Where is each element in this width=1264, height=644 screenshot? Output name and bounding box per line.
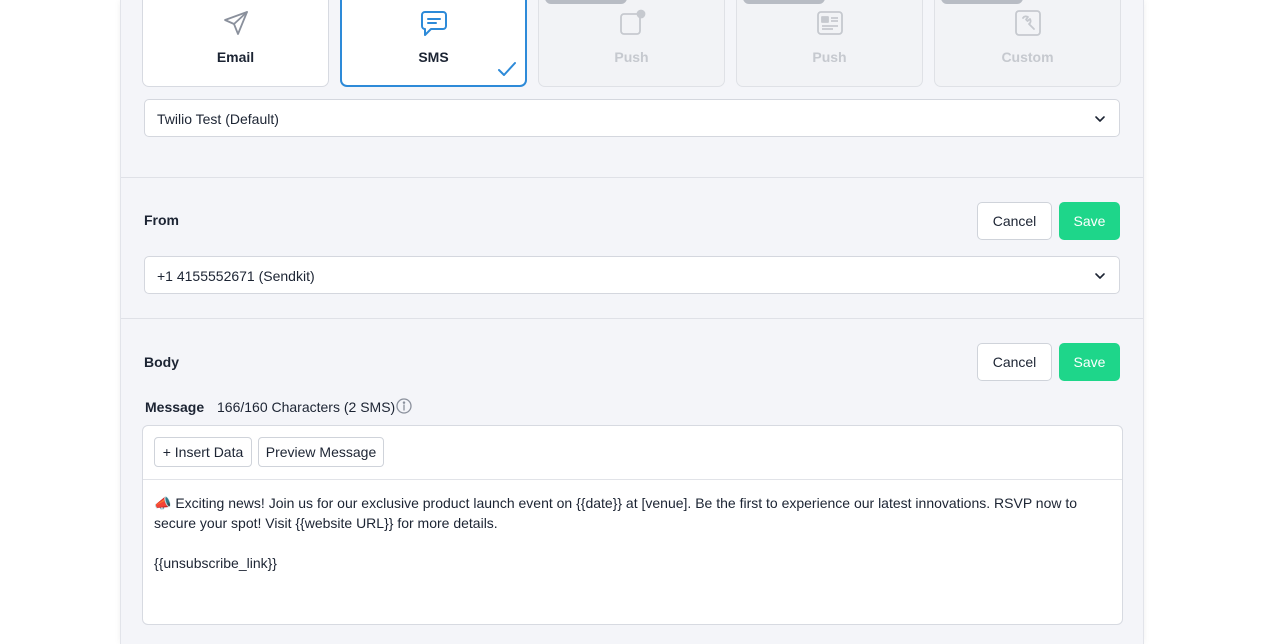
editor-toolbar: + Insert Data Preview Message — [143, 426, 1122, 480]
coming-soon-badge — [545, 0, 627, 4]
coming-soon-badge — [941, 0, 1023, 4]
message-body-text[interactable]: 📣 Exciting news! Join us for our exclusi… — [154, 493, 1112, 573]
provider-select-value: Twilio Test (Default) — [157, 111, 279, 127]
channel-label: Push — [812, 49, 847, 65]
channel-card-push-mobile: Push — [538, 0, 725, 87]
from-section-title: From — [144, 212, 179, 228]
channel-selector: Email SMS Push Push Custom — [142, 0, 1122, 87]
sms-settings-panel: Email SMS Push Push Custom Twilio Test (… — [120, 0, 1144, 644]
channel-label: Email — [216, 49, 255, 65]
chevron-down-icon — [1095, 273, 1105, 279]
preview-message-button[interactable]: Preview Message — [258, 437, 384, 467]
info-icon[interactable] — [396, 398, 412, 414]
insert-data-button[interactable]: + Insert Data — [154, 437, 252, 467]
coming-soon-badge — [743, 0, 825, 4]
channel-card-sms[interactable]: SMS — [340, 0, 527, 87]
mobile-notification-icon — [619, 9, 645, 35]
from-cancel-button[interactable]: Cancel — [977, 202, 1052, 240]
message-label: Message — [145, 399, 205, 415]
channel-label: Push — [614, 49, 649, 65]
channel-card-custom: Custom — [934, 0, 1121, 87]
channel-label: Custom — [1001, 49, 1054, 65]
checkmark-icon — [498, 62, 516, 76]
section-divider — [121, 318, 1143, 319]
body-section-title: Body — [144, 354, 179, 370]
provider-select[interactable]: Twilio Test (Default) — [144, 99, 1120, 137]
channel-card-email[interactable]: Email — [142, 0, 329, 87]
paper-plane-icon — [223, 11, 248, 35]
character-count: 166/160 Characters (2 SMS) — [217, 399, 396, 415]
message-text-paragraph: 📣 Exciting news! Join us for our exclusi… — [154, 495, 1078, 531]
unsubscribe-placeholder: {{unsubscribe_link}} — [154, 555, 277, 571]
from-number-select[interactable]: +1 4155552671 (Sendkit) — [144, 256, 1120, 294]
from-number-value: +1 4155552671 (Sendkit) — [157, 268, 315, 284]
channel-card-push-inapp: Push — [736, 0, 923, 87]
body-save-button[interactable]: Save — [1059, 343, 1120, 381]
section-divider — [121, 177, 1143, 178]
body-cancel-button[interactable]: Cancel — [977, 343, 1052, 381]
in-app-message-icon — [816, 11, 843, 35]
message-editor[interactable]: + Insert Data Preview Message 📣 Exciting… — [142, 425, 1123, 625]
chat-bubble-icon — [420, 11, 447, 36]
chevron-down-icon — [1095, 116, 1105, 122]
wrench-icon — [1014, 10, 1041, 36]
from-save-button[interactable]: Save — [1059, 202, 1120, 240]
